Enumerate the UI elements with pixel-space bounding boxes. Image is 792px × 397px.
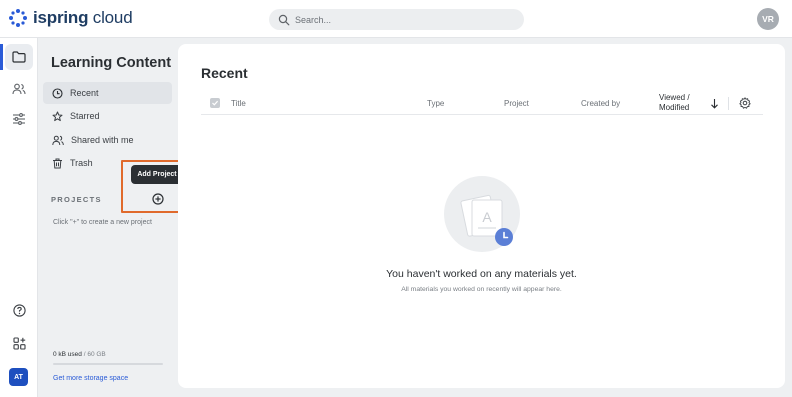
apps-icon: [12, 336, 26, 350]
column-viewed-modified[interactable]: Viewed / Modified: [659, 93, 690, 112]
svg-text:A: A: [482, 209, 492, 225]
get-more-storage-link[interactable]: Get more storage space: [53, 375, 128, 382]
search-icon: [278, 14, 290, 25]
left-rail: AT: [0, 38, 38, 397]
gear-icon[interactable]: [739, 97, 751, 109]
trash-icon: [53, 158, 62, 168]
sort-down-icon[interactable]: [710, 98, 719, 109]
users-icon: [52, 135, 64, 145]
rail-item-settings[interactable]: [0, 104, 38, 134]
sliders-icon: [13, 113, 25, 125]
empty-state-subtitle: All materials you worked on recently wil…: [401, 286, 562, 293]
empty-state-illustration: A: [444, 176, 520, 252]
search-input[interactable]: [295, 14, 495, 25]
projects-heading: PROJECTS: [51, 195, 102, 204]
star-icon: [52, 111, 63, 121]
search-box[interactable]: [269, 9, 524, 30]
nav-item-label: Trash: [70, 158, 93, 168]
column-title[interactable]: Title: [231, 99, 246, 108]
rail-item-help[interactable]: [0, 295, 38, 325]
account-avatar[interactable]: AT: [9, 368, 28, 386]
users-icon: [12, 83, 26, 95]
projects-hint: Click "+" to create a new project: [53, 219, 152, 226]
table-header: Title Type Project Created by Viewed / M…: [201, 93, 763, 115]
learning-content-panel: Learning Content Recent Starred Shared w…: [39, 38, 196, 397]
logo-text: ispring cloud: [33, 8, 133, 27]
nav-item-shared[interactable]: Shared with me: [43, 129, 172, 151]
nav-item-label: Shared with me: [71, 135, 134, 145]
help-icon: [12, 303, 26, 317]
nav-item-starred[interactable]: Starred: [43, 105, 172, 127]
nav-item-recent[interactable]: Recent: [43, 82, 172, 104]
column-type[interactable]: Type: [427, 99, 444, 108]
column-divider: [728, 97, 729, 110]
rail-item-apps[interactable]: [0, 328, 38, 358]
user-avatar[interactable]: VR: [757, 8, 779, 30]
ispring-logo-icon: [8, 8, 28, 28]
top-bar: ispring cloud VR: [0, 0, 792, 38]
page-title: Recent: [201, 65, 248, 81]
storage-usage: 0 kB used / 60 GB: [53, 351, 106, 358]
main-content-card: Recent Title Type Project Created by Vie…: [178, 44, 785, 388]
rail-item-users[interactable]: [0, 74, 38, 104]
nav-item-label: Recent: [70, 88, 99, 98]
column-created-by[interactable]: Created by: [581, 99, 620, 108]
ispring-logo[interactable]: ispring cloud: [8, 8, 133, 28]
rail-item-content[interactable]: [0, 42, 38, 72]
column-project[interactable]: Project: [504, 99, 529, 108]
nav-item-label: Starred: [70, 111, 100, 121]
folder-icon: [12, 51, 26, 63]
clock-icon: [52, 87, 63, 99]
storage-progress-bar: [53, 363, 163, 365]
check-icon: [212, 100, 219, 106]
empty-state-title: You haven't worked on any materials yet.: [386, 268, 577, 280]
select-all-checkbox[interactable]: [210, 98, 220, 108]
panel-title: Learning Content: [51, 55, 172, 71]
